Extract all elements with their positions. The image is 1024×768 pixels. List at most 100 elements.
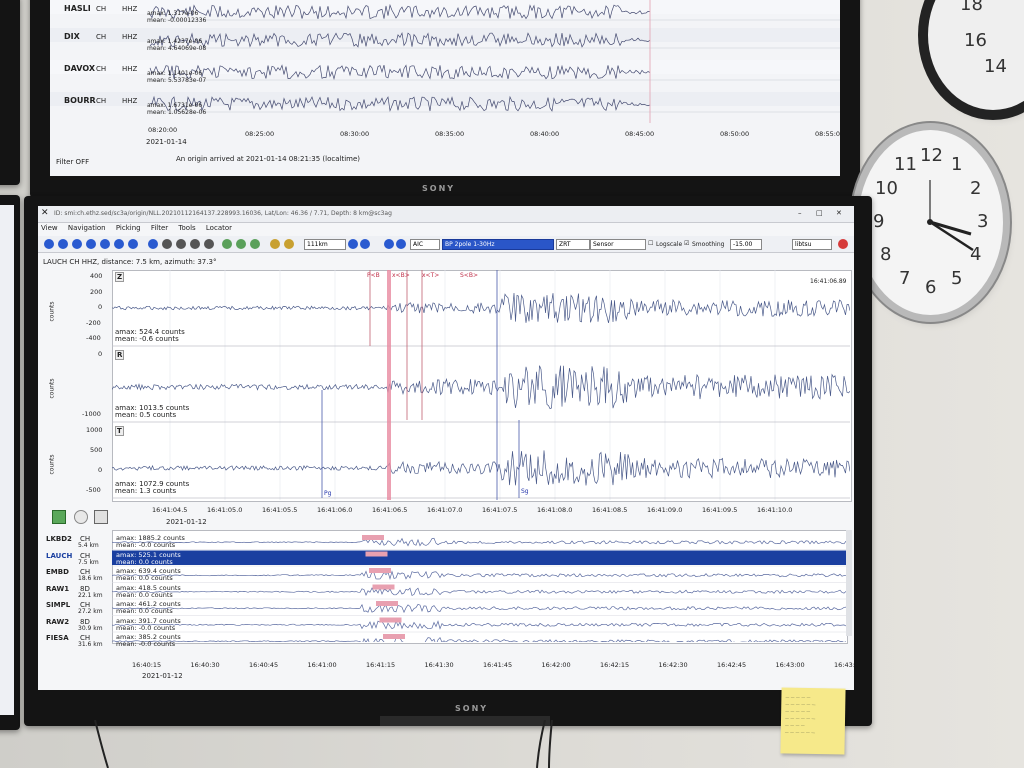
clock-number: 9	[873, 211, 885, 232]
user-select[interactable]: libtsu	[792, 239, 832, 250]
pick-label[interactable]: x<B>	[392, 272, 410, 279]
station-name[interactable]: LAUCH	[46, 552, 72, 560]
prev-icon[interactable]	[58, 239, 68, 249]
top-station-name: DIX	[64, 32, 80, 41]
next-icon[interactable]	[86, 239, 96, 249]
detail-time-tick: 16:41:06.0	[317, 506, 353, 514]
clock-number: 6	[925, 277, 937, 298]
top-station-channel: HHZ	[122, 33, 138, 41]
toolbar: 111km AIC BP 2pole 1-30Hz ZRT Sensor ☐ L…	[38, 236, 854, 253]
locate-icon[interactable]	[222, 239, 232, 249]
logscale-checkbox[interactable]: ☐	[648, 240, 653, 247]
menu-view[interactable]: View	[41, 224, 58, 232]
relocate-icon[interactable]	[236, 239, 246, 249]
top-station-net: CH	[96, 65, 107, 73]
top-station-amax: amax: 1.317e-06	[147, 10, 199, 17]
offset-field[interactable]: -15.00	[730, 239, 762, 250]
top-status-message: An origin arrived at 2021-01-14 08:21:35…	[176, 155, 361, 163]
app-icon: ✕	[41, 208, 49, 218]
pick-p-icon[interactable]	[162, 239, 172, 249]
overview-time-tick: 16:42:00	[541, 661, 571, 669]
down-icon[interactable]	[128, 239, 138, 249]
station-name[interactable]: LKBD2	[46, 535, 72, 543]
zoom-icon[interactable]	[148, 239, 158, 249]
overview-time-tick: 16:40:30	[190, 661, 220, 669]
top-station-mean: mean: 1.05628e-06	[147, 109, 207, 116]
overview-waveform	[112, 586, 846, 597]
y-tick-label: 200	[90, 287, 103, 296]
panel-mean: mean: 1.3 counts	[115, 487, 177, 495]
top-date: 2021-01-14	[146, 138, 187, 146]
warning-icon[interactable]	[270, 239, 280, 249]
overview-pick	[379, 617, 402, 623]
unit-select[interactable]: Sensor	[590, 239, 646, 250]
menu-locator[interactable]: Locator	[206, 224, 232, 232]
clock-number: 2	[970, 178, 982, 199]
station-distance: 22.1 km	[78, 591, 103, 599]
pick-label[interactable]: P<B	[367, 272, 380, 279]
pick-label[interactable]: S<B>	[460, 272, 478, 279]
menu-picking[interactable]: Picking	[116, 224, 141, 232]
up-icon[interactable]	[114, 239, 124, 249]
aic-select[interactable]: AIC	[410, 239, 440, 250]
y-tick-label: 1000	[86, 426, 103, 434]
pick-label[interactable]: x<T>	[422, 272, 439, 279]
pick-add-icon[interactable]	[384, 239, 394, 249]
left-monitor-top	[0, 0, 20, 185]
filter-icon[interactable]	[204, 239, 214, 249]
station-name[interactable]: SIMPL	[46, 601, 70, 609]
clock-number: 8	[880, 244, 892, 265]
reject-button[interactable]	[74, 510, 88, 524]
overview-time-tick: 16:40:45	[249, 661, 279, 669]
pick-remove-icon[interactable]	[396, 239, 406, 249]
commit-icon[interactable]	[250, 239, 260, 249]
filter-select[interactable]: BP 2pole 1-30Hz	[442, 239, 554, 250]
menu-filter[interactable]: Filter	[151, 224, 168, 232]
clock-top-number: 18	[960, 0, 983, 15]
menu-tools[interactable]: Tools	[178, 224, 195, 232]
menu-navigation[interactable]: Navigation	[68, 224, 106, 232]
smoothing-checkbox[interactable]: ☑	[684, 240, 689, 247]
info-icon[interactable]	[284, 239, 294, 249]
pick-s-icon[interactable]	[176, 239, 186, 249]
station-name[interactable]: RAW1	[46, 585, 69, 593]
rotation-select[interactable]: ZRT	[556, 239, 590, 250]
detail-date: 2021-01-12	[166, 518, 207, 526]
step-forward-icon[interactable]	[360, 239, 370, 249]
overview-scrollbar[interactable]	[846, 530, 852, 636]
first-icon[interactable]	[44, 239, 54, 249]
close-icon[interactable]: ✕	[836, 209, 842, 217]
station-name[interactable]: FIESA	[46, 634, 69, 642]
overview-pick	[376, 601, 398, 606]
detail-time-tick: 16:41:05.5	[262, 506, 298, 514]
detail-timestamp: 16:41:06.89	[810, 278, 847, 285]
y-axis-label: counts	[48, 378, 56, 399]
clock-top-number: 16	[964, 30, 987, 51]
overview-waveforms	[112, 535, 846, 642]
maximize-icon[interactable]: □	[816, 209, 823, 217]
minimize-icon[interactable]: –	[798, 209, 802, 217]
accept-button[interactable]	[52, 510, 66, 524]
play-icon[interactable]	[72, 239, 82, 249]
overview-time-tick: 16:43:15	[834, 661, 854, 669]
station-name[interactable]: EMBD	[46, 568, 69, 576]
panel-mean: mean: 0.5 counts	[115, 411, 177, 419]
y-tick-label: 0	[98, 466, 103, 474]
p-pick-marker	[387, 270, 391, 500]
export-button[interactable]	[94, 510, 108, 524]
station-name[interactable]: RAW2	[46, 618, 69, 626]
time-span-field[interactable]: 111km	[304, 239, 346, 250]
last-icon[interactable]	[100, 239, 110, 249]
top-time-tick: 08:55:00	[815, 130, 840, 138]
sg-label: Sg	[521, 488, 529, 495]
station-distance: 27.2 km	[78, 608, 103, 615]
overview-pick	[383, 634, 405, 639]
align-icon[interactable]	[190, 239, 200, 249]
clock-number: 7	[899, 268, 911, 289]
top-station-name: HASLI	[64, 4, 91, 13]
window-title: ID: smi:ch.ethz.sed/sc3a/origin/NLL.2021…	[54, 210, 392, 217]
top-station-mean: mean: 4.64069e-08	[147, 45, 207, 52]
step-back-icon[interactable]	[348, 239, 358, 249]
stop-icon[interactable]	[838, 239, 848, 249]
top-station-net: CH	[96, 97, 107, 105]
